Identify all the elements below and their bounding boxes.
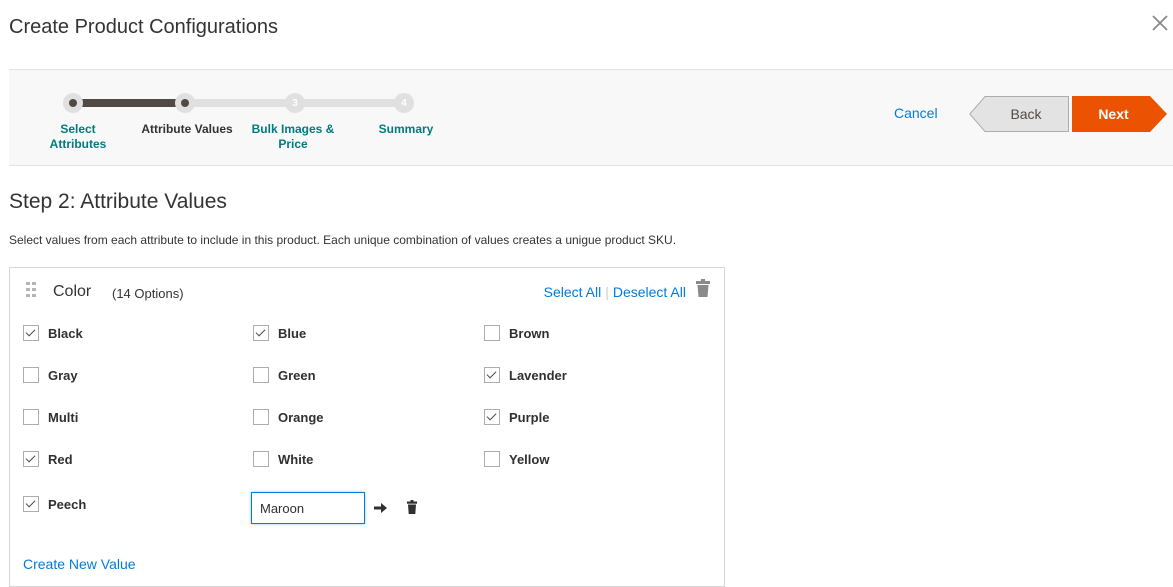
option-multi[interactable]: Multi (23, 409, 78, 425)
delete-value-button[interactable] (407, 500, 417, 519)
progress-track (71, 99, 406, 107)
option-label: Blue (278, 325, 307, 341)
step-3-marker: 3 (285, 93, 305, 113)
create-new-value-link[interactable]: Create New Value (23, 556, 136, 572)
trash-icon (696, 279, 710, 297)
step-description: Select values from each attribute to inc… (9, 233, 677, 247)
back-button[interactable]: Back (969, 96, 1069, 132)
remove-attribute-button[interactable] (696, 279, 710, 302)
option-black[interactable]: Black (23, 325, 83, 341)
option-purple[interactable]: Purple (484, 409, 549, 425)
checkbox[interactable] (23, 409, 39, 425)
step-label-bulk-images-price: Bulk Images & Price (251, 122, 335, 151)
step-label-attribute-values: Attribute Values (141, 122, 233, 136)
checkbox[interactable] (23, 496, 39, 512)
attribute-panel-color: Color (14 Options) Select All | Deselect A… (9, 267, 725, 587)
option-orange[interactable]: Orange (253, 409, 324, 425)
checkbox[interactable] (484, 409, 500, 425)
back-button-label: Back (1010, 106, 1042, 122)
option-yellow[interactable]: Yellow (484, 451, 549, 467)
progress-fill (71, 99, 185, 107)
step-label-select-attributes[interactable]: Select Attributes (49, 122, 107, 152)
option-label: Purple (509, 409, 550, 425)
option-label: Peech (48, 496, 87, 512)
step-done-dot (69, 99, 77, 107)
option-blue[interactable]: Blue (253, 325, 306, 341)
checkbox[interactable] (253, 325, 269, 341)
option-label: Yellow (509, 451, 550, 467)
select-links: Select All | Deselect All (544, 284, 686, 300)
checkbox[interactable] (484, 451, 500, 467)
step-label-summary: Summary (378, 122, 434, 136)
checkbox[interactable] (23, 367, 39, 383)
new-value-input[interactable] (251, 492, 365, 524)
deselect-all-link[interactable]: Deselect All (613, 284, 686, 300)
checkbox[interactable] (253, 367, 269, 383)
next-button-label: Next (1098, 106, 1129, 122)
next-button[interactable]: Next (1072, 96, 1167, 132)
option-white[interactable]: White (253, 451, 313, 467)
wizard-steps-bar: 3 4 Select Attributes Attribute Values B… (9, 69, 1173, 166)
option-label: Red (48, 451, 73, 467)
step-current-dot (181, 99, 189, 107)
attribute-name: Color (53, 283, 92, 300)
option-label: White (278, 451, 314, 467)
option-red[interactable]: Red (23, 451, 73, 467)
step-heading: Step 2: Attribute Values (9, 190, 227, 213)
modal-title: Create Product Configurations (9, 16, 279, 38)
step-2-marker[interactable] (175, 93, 195, 113)
select-all-link[interactable]: Select All (544, 284, 602, 300)
option-label: Gray (48, 367, 78, 383)
step-1-marker[interactable] (63, 93, 83, 113)
trash-icon (407, 500, 417, 514)
option-brown[interactable]: Brown (484, 325, 549, 341)
option-label: Black (48, 325, 83, 341)
cancel-button[interactable]: Cancel (894, 105, 938, 121)
close-icon (1152, 15, 1168, 31)
option-green[interactable]: Green (253, 367, 316, 383)
checkbox[interactable] (253, 409, 269, 425)
option-label: Green (278, 367, 316, 383)
checkbox[interactable] (484, 325, 500, 341)
checkbox[interactable] (23, 451, 39, 467)
attribute-option-count: (14 Options) (112, 286, 184, 301)
arrow-right-icon (374, 503, 387, 513)
option-lavender[interactable]: Lavender (484, 367, 567, 383)
option-gray[interactable]: Gray (23, 367, 78, 383)
option-label: Lavender (509, 367, 567, 383)
option-peech[interactable]: Peech (23, 496, 86, 512)
checkbox[interactable] (484, 367, 500, 383)
checkbox[interactable] (253, 451, 269, 467)
link-separator: | (605, 284, 609, 300)
save-value-button[interactable] (374, 501, 388, 519)
drag-handle-icon[interactable] (26, 282, 36, 298)
step-4-marker: 4 (394, 93, 414, 113)
option-label: Orange (278, 409, 324, 425)
option-label: Brown (509, 325, 550, 341)
checkbox[interactable] (23, 325, 39, 341)
close-button[interactable] (1149, 12, 1173, 38)
option-label: Multi (48, 409, 79, 425)
